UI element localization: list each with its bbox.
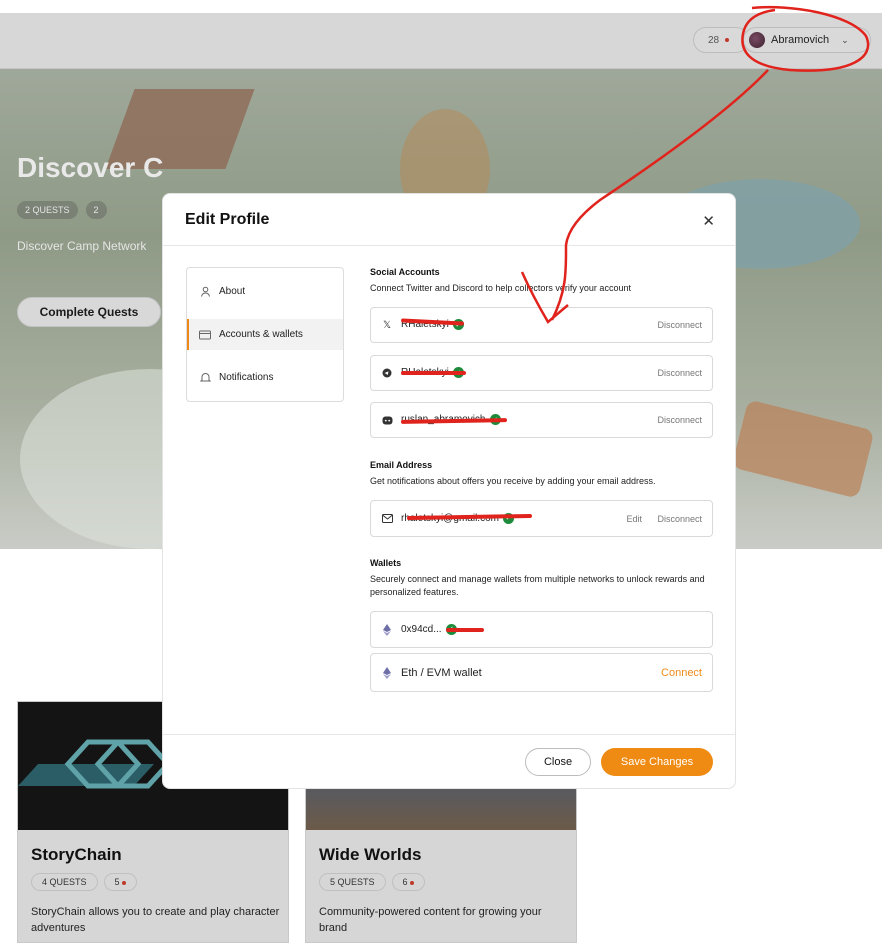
close-button[interactable]: Close (525, 748, 591, 776)
disconnect-button[interactable]: Disconnect (657, 368, 702, 378)
wallet-icon (199, 329, 211, 341)
disconnect-button[interactable]: Disconnect (657, 514, 702, 524)
wallets-title: Wallets (370, 558, 402, 568)
evm-wallet-label: Eth / EVM wallet (401, 666, 482, 679)
connect-wallet-button[interactable]: Connect (661, 667, 702, 679)
email-title: Email Address (370, 460, 433, 470)
social-account-row: RHaletskyi✓ Disconnect (370, 355, 713, 391)
close-icon[interactable]: ✕ (702, 212, 715, 230)
discord-icon (381, 416, 393, 425)
social-accounts-title: Social Accounts (370, 267, 440, 277)
social-account-row: ruslan_abramovich✓ Disconnect (370, 402, 713, 438)
ethereum-icon (381, 623, 393, 636)
sidebar-item-label: About (219, 286, 246, 297)
save-changes-button[interactable]: Save Changes (601, 748, 713, 776)
modal-title: Edit Profile (185, 211, 270, 228)
wallets-subtitle: Securely connect and manage wallets from… (370, 574, 705, 597)
divider (163, 734, 735, 735)
x-icon: 𝕏 (382, 319, 392, 331)
edit-email-button[interactable]: Edit (626, 514, 642, 524)
sidebar-item-accounts-wallets[interactable]: Accounts & wallets (187, 319, 343, 350)
sidebar-item-label: Accounts & wallets (219, 329, 303, 340)
disconnect-button[interactable]: Disconnect (657, 320, 702, 330)
settings-sidebar: About Accounts & wallets Notifications (186, 267, 344, 402)
sidebar-item-about[interactable]: About (187, 276, 343, 307)
social-accounts-subtitle: Connect Twitter and Discord to help coll… (370, 283, 631, 293)
disconnect-button[interactable]: Disconnect (657, 415, 702, 425)
telegram-icon (381, 368, 393, 378)
email-subtitle: Get notifications about offers you recei… (370, 476, 656, 486)
wallet-row: 0x94cd...✓ (370, 611, 713, 648)
ethereum-icon (381, 666, 393, 679)
redaction-scribble (401, 371, 466, 375)
sidebar-item-label: Notifications (219, 372, 274, 383)
social-account-row: 𝕏 RHaletskyi ✓ Disconnect (370, 307, 713, 343)
top-strip (0, 0, 882, 13)
edit-profile-modal: Edit Profile ✕ About Accounts & wallets … (162, 193, 736, 789)
email-row: rhaletskyi@gmail.com✓ Edit Disconnect (370, 500, 713, 537)
evm-wallet-row: Eth / EVM wallet Connect (370, 653, 713, 692)
user-icon (199, 286, 211, 298)
sidebar-item-notifications[interactable]: Notifications (187, 362, 343, 393)
mail-icon (381, 514, 393, 523)
divider (163, 245, 735, 246)
bell-icon (199, 372, 211, 384)
redaction-scribble (446, 628, 484, 632)
